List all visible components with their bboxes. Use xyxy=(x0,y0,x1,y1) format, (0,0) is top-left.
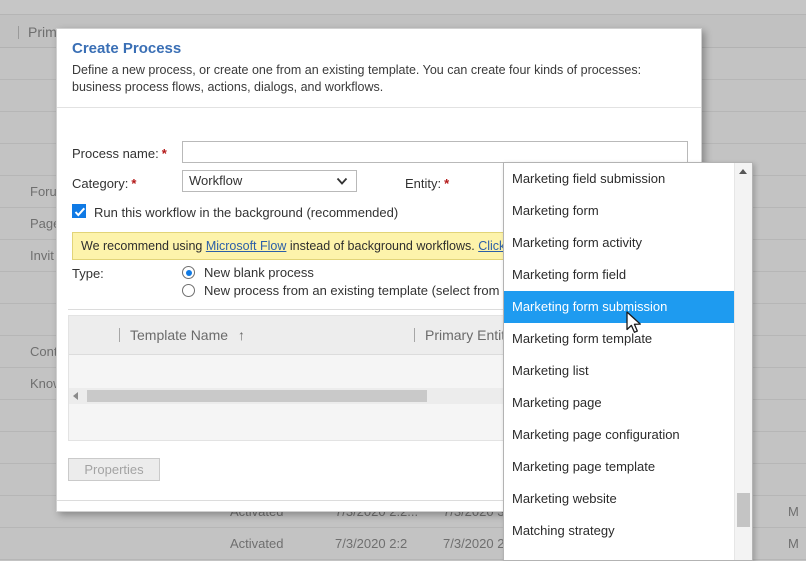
info-middle-text: instead of background workflows. xyxy=(286,239,479,253)
category-label-text: Category: xyxy=(72,176,129,191)
entity-label: Entity: * xyxy=(405,176,449,191)
background-column-header-primary: Prim xyxy=(18,24,57,40)
category-required-mark: * xyxy=(131,176,137,191)
screen-root: Prim ForuPageInvitContKnowActivated7/3/2… xyxy=(0,0,806,561)
category-select[interactable]: Workflow xyxy=(182,170,357,192)
run-in-background-checkbox[interactable] xyxy=(72,204,86,218)
entity-dropdown-option[interactable]: Marketing form activity xyxy=(504,227,735,259)
scrollbar-thumb[interactable] xyxy=(87,390,427,402)
background-table-cell: Foru xyxy=(30,184,57,199)
entity-dropdown-option[interactable]: Marketing page configuration xyxy=(504,419,735,451)
check-icon xyxy=(74,207,86,217)
entity-dropdown-option[interactable]: Marketing list xyxy=(504,355,735,387)
scroll-left-arrow-icon[interactable] xyxy=(73,392,78,400)
entity-dropdown-items: Marketing field submission Marketing form… xyxy=(504,163,735,560)
radio-new-from-template-label[interactable]: New process from an existing template (s… xyxy=(204,283,527,298)
page-title: Create Process xyxy=(72,40,182,57)
category-select-value: Workflow xyxy=(189,173,243,188)
entity-dropdown-list[interactable]: Marketing field submission Marketing form… xyxy=(503,162,753,561)
process-name-required-mark: * xyxy=(161,146,167,161)
microsoft-flow-link[interactable]: Microsoft Flow xyxy=(206,239,287,253)
scrollbar-thumb[interactable] xyxy=(737,493,750,527)
process-name-label: Process name: * xyxy=(72,146,167,161)
triangle-up-icon[interactable] xyxy=(739,169,747,174)
background-table-cell: Invit xyxy=(30,248,54,263)
entity-dropdown-scrollbar[interactable] xyxy=(734,163,752,560)
background-toolbar-band xyxy=(0,0,806,15)
radio-new-from-template[interactable] xyxy=(182,284,195,297)
entity-dropdown-option[interactable]: Marketing page xyxy=(504,387,735,419)
sort-ascending-icon: ↑ xyxy=(237,327,245,343)
background-table-cell: Activated xyxy=(230,536,284,551)
background-table-cell: M xyxy=(788,536,799,551)
entity-dropdown-option[interactable]: Marketing website xyxy=(504,483,735,515)
entity-dropdown-option[interactable]: Marketing form xyxy=(504,195,735,227)
dialog-description: Define a new process, or create one from… xyxy=(72,63,642,94)
process-name-input[interactable] xyxy=(182,141,688,163)
info-prefix-text: We recommend using xyxy=(81,239,206,253)
radio-new-blank-process[interactable] xyxy=(182,266,195,279)
entity-dropdown-option[interactable]: Marketing form template xyxy=(504,323,735,355)
radio-new-blank-process-label[interactable]: New blank process xyxy=(204,265,314,280)
entity-dropdown-option[interactable]: Marketing form submission xyxy=(504,291,735,323)
entity-dropdown-option[interactable]: Marketing form field xyxy=(504,259,735,291)
column-header-primary-entity-text: Primary Entity xyxy=(425,327,513,343)
column-header-template-name[interactable]: Template Name ↑ xyxy=(119,327,245,343)
chevron-down-icon xyxy=(336,177,348,185)
entity-required-mark: * xyxy=(444,176,450,191)
run-in-background-label[interactable]: Run this workflow in the background (rec… xyxy=(94,205,398,220)
category-label: Category: * xyxy=(72,176,136,191)
background-table-cell: Cont xyxy=(30,344,58,359)
type-label: Type: xyxy=(72,266,104,281)
process-name-label-text: Process name: xyxy=(72,146,159,161)
column-header-primary-entity[interactable]: Primary Entity xyxy=(414,327,512,343)
background-table-cell: 7/3/2020 2: xyxy=(443,536,509,551)
background-table-cell: 7/3/2020 2:2 xyxy=(335,536,408,551)
column-header-template-name-text: Template Name xyxy=(130,327,229,343)
background-table-cell: M xyxy=(788,504,799,519)
entity-dropdown-option[interactable]: Marketing page template xyxy=(504,451,735,483)
entity-label-text: Entity: xyxy=(405,176,442,191)
properties-button[interactable]: Properties xyxy=(68,458,160,481)
entity-dropdown-option[interactable]: Matching strategy xyxy=(504,515,735,547)
dialog-header: Create Process Define a new process, or … xyxy=(57,29,701,108)
entity-dropdown-option[interactable]: Marketing field submission xyxy=(504,163,735,195)
